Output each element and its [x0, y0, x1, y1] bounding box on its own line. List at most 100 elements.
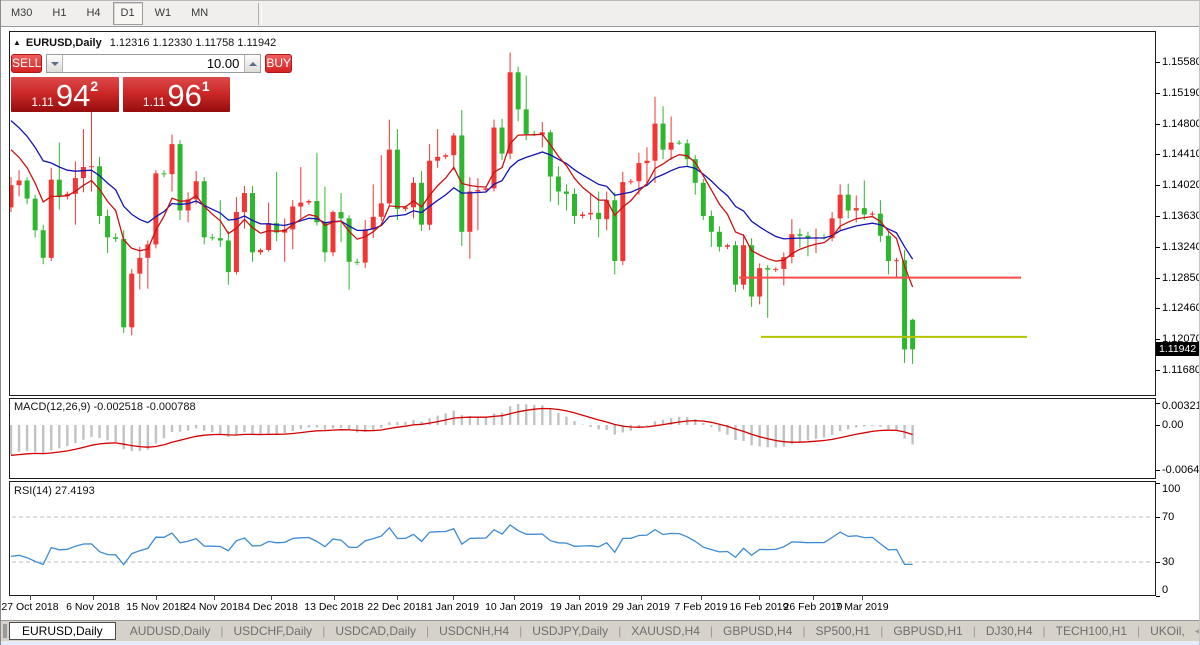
tab-eurusd-daily[interactable]: EURUSD,Daily — [9, 622, 116, 640]
axis-label: 1.13630 — [1162, 210, 1200, 222]
date-label: 10 Jan 2019 — [485, 601, 543, 613]
tab-usdcnh-h4[interactable]: USDCNH,H4 — [429, 624, 519, 638]
axis-label: 70 — [1162, 511, 1174, 523]
axis-tick — [1156, 278, 1160, 279]
timeframe-button-w1[interactable]: W1 — [147, 2, 180, 25]
axis-tick — [1156, 403, 1160, 404]
axis-tick — [1156, 247, 1160, 248]
date-tick — [862, 595, 863, 600]
date-tick — [214, 595, 215, 600]
axis-tick — [1156, 470, 1160, 471]
collapse-triangle-icon[interactable]: ▲ — [13, 38, 21, 47]
date-label: 6 Nov 2018 — [66, 601, 120, 613]
toolbar-separator — [258, 3, 262, 25]
date-label: 19 Jan 2019 — [550, 601, 608, 613]
chart-title: ▲ EURUSD,Daily 1.12316 1.12330 1.11758 1.1… — [13, 37, 276, 49]
axis-tick — [1156, 124, 1160, 125]
axis-label: 0.00 — [1162, 419, 1183, 431]
date-label: 22 Dec 2018 — [367, 601, 427, 613]
volume-stepper — [46, 54, 261, 73]
timeframe-button-d1[interactable]: D1 — [113, 2, 143, 25]
tab-usdchf-daily[interactable]: USDCHF,Daily — [224, 624, 323, 638]
date-tick — [813, 595, 814, 600]
date-tick — [759, 595, 760, 600]
tab-xauusd-h4[interactable]: XAUUSD,H4 — [621, 624, 710, 638]
price-axis: 1.15580 1.15190 1.14800 1.14410 1.14020 1.136… — [1156, 0, 1200, 645]
axis-label: 1.14020 — [1162, 179, 1200, 191]
one-click-trading-panel: SELL BUY 1.11942 1.11961 — [11, 54, 230, 112]
axis-tick — [1156, 308, 1160, 309]
chart-tab-bar: EURUSD,DailyAUDUSD,Daily|USDCHF,Daily|US… — [1, 620, 1200, 641]
axis-label: 1.12460 — [1162, 302, 1200, 314]
volume-input[interactable] — [63, 55, 244, 72]
tab-ukoil-[interactable]: UKOil, — [1140, 624, 1195, 638]
date-tick — [271, 595, 272, 600]
tab-audusd-daily[interactable]: AUDUSD,Daily — [120, 624, 221, 638]
axis-tick — [1156, 483, 1160, 484]
axis-tick — [1156, 216, 1160, 217]
timeframe-button-h4[interactable]: H4 — [78, 2, 108, 25]
rsi-value: 27.4193 — [55, 485, 95, 497]
date-label: 26 Feb 2019 — [784, 601, 843, 613]
timeframe-button-m30[interactable]: M30 — [3, 2, 40, 25]
tab-dj30-h4[interactable]: DJ30,H4 — [976, 624, 1043, 638]
axis-label: 1.12850 — [1162, 272, 1200, 284]
axis-tick — [1156, 185, 1160, 186]
tab-usdjpy-daily[interactable]: USDJPY,Daily — [522, 624, 618, 638]
date-tick — [579, 595, 580, 600]
date-tick — [156, 595, 157, 600]
axis-label: 1.14800 — [1162, 118, 1200, 130]
date-label: 27 Oct 2018 — [1, 601, 58, 613]
axis-label: -0.006485 — [1162, 464, 1200, 476]
axis-tick — [1156, 62, 1160, 63]
tab-scroll-left-icon[interactable]: ◂ — [1195, 626, 1200, 637]
current-price-marker: 1.11942 — [1156, 342, 1200, 356]
date-tick — [453, 595, 454, 600]
date-tick — [334, 595, 335, 600]
buy-price-display[interactable]: 1.11961 — [123, 77, 231, 112]
axis-tick — [1156, 370, 1160, 371]
axis-label: 1.15580 — [1162, 56, 1200, 68]
axis-label: 0.003216 — [1162, 400, 1200, 412]
timeframe-button-mn[interactable]: MN — [183, 2, 216, 25]
chart-symbol: EURUSD,Daily — [26, 37, 102, 49]
tab-gbpusd-h1[interactable]: GBPUSD,H1 — [883, 624, 972, 638]
date-tick — [514, 595, 515, 600]
axis-label: 1.15190 — [1162, 87, 1200, 99]
date-label: 13 Dec 2018 — [304, 601, 364, 613]
axis-tick — [1156, 517, 1160, 518]
bottom-strip — [1, 641, 1200, 645]
macd-main-value: -0.002518 — [93, 401, 143, 413]
date-label: 24 Nov 2018 — [184, 601, 244, 613]
tab-bar-grip — [3, 624, 7, 638]
axis-tick — [1156, 339, 1160, 340]
date-tick — [701, 595, 702, 600]
volume-decrease-icon[interactable] — [47, 55, 63, 72]
date-label: 16 Feb 2019 — [730, 601, 789, 613]
axis-label: 1.11680 — [1162, 364, 1200, 376]
date-axis: 27 Oct 20186 Nov 201815 Nov 201824 Nov 2… — [1, 595, 1200, 620]
axis-tick — [1156, 562, 1160, 563]
axis-label: 1.14410 — [1162, 148, 1200, 160]
volume-increase-icon[interactable] — [244, 55, 260, 72]
sell-button[interactable]: SELL — [11, 54, 42, 73]
buy-button[interactable]: BUY — [265, 54, 292, 73]
axis-tick — [1156, 93, 1160, 94]
macd-indicator-label: MACD(12,26,9) -0.002518 -0.000788 — [14, 401, 196, 413]
rsi-chart — [10, 482, 1155, 595]
chart-ohlc-values: 1.12316 1.12330 1.11758 1.11942 — [110, 37, 277, 49]
date-label: 1 Jan 2019 — [427, 601, 479, 613]
axis-label: 100 — [1162, 483, 1180, 495]
date-label: 7 Feb 2019 — [674, 601, 727, 613]
rsi-pane[interactable] — [9, 481, 1156, 596]
sell-price-display[interactable]: 1.11942 — [11, 77, 119, 112]
axis-tick — [1156, 425, 1160, 426]
tab-sp500-h1[interactable]: SP500,H1 — [806, 624, 881, 638]
tab-gbpusd-h4[interactable]: GBPUSD,H4 — [713, 624, 802, 638]
date-tick — [93, 595, 94, 600]
macd-signal-value: -0.000788 — [146, 401, 196, 413]
tab-usdcad-daily[interactable]: USDCAD,Daily — [325, 624, 426, 638]
date-tick — [397, 595, 398, 600]
timeframe-button-h1[interactable]: H1 — [44, 2, 74, 25]
tab-tech100-h1[interactable]: TECH100,H1 — [1046, 624, 1137, 638]
